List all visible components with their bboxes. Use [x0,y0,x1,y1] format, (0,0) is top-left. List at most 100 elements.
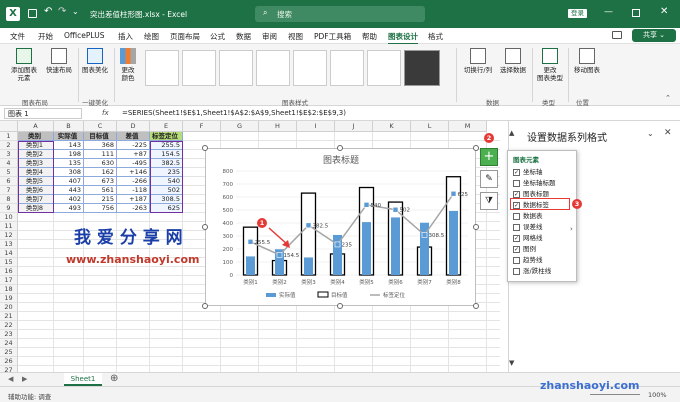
menu-data[interactable]: 数据 [236,31,251,42]
row-header-3[interactable]: 3 [0,150,18,159]
row-header-8[interactable]: 8 [0,195,18,204]
row-header-1[interactable]: 1 [0,132,18,141]
zoom-slider[interactable] [590,394,640,395]
close-button[interactable]: ✕ [660,6,668,17]
pane-scroll-up-icon[interactable]: ▲ [509,129,514,137]
row-header-22[interactable]: 22 [0,321,18,330]
menu-help[interactable]: 帮助 [362,31,377,42]
table-cell[interactable]: 111 [84,150,117,159]
row-header-4[interactable]: 4 [0,159,18,168]
column-header-M[interactable]: M [449,121,487,132]
prev-sheet-icon[interactable]: ◀ [8,375,13,383]
chart-style-1[interactable] [145,50,179,86]
column-header-G[interactable]: G [221,121,259,132]
menu-formulas[interactable]: 公式 [210,31,225,42]
handle-tc[interactable] [337,145,343,151]
column-header-J[interactable]: J [335,121,373,132]
checkbox-icon[interactable] [513,212,520,220]
row-header-17[interactable]: 17 [0,276,18,285]
table-cell[interactable]: 756 [84,204,117,213]
row-header-14[interactable]: 14 [0,249,18,258]
select-data-button[interactable]: 选择数据 [498,48,528,74]
handle-bc[interactable] [337,303,343,309]
table-cell[interactable]: 135 [54,159,84,168]
table-cell[interactable]: -495 [117,159,150,168]
row-header-12[interactable]: 12 [0,231,18,240]
change-colors-button[interactable]: 更改 颜色 [116,48,140,82]
chart-filters-button[interactable]: ⧩ [480,192,498,210]
table-cell[interactable]: +146 [117,168,150,177]
handle-tr[interactable] [473,145,479,151]
column-header-H[interactable]: H [259,121,297,132]
table-cell[interactable]: 198 [54,150,84,159]
chart-element-option[interactable]: 坐标轴标题 [513,177,556,187]
row-header-9[interactable]: 9 [0,204,18,213]
menu-officeplus[interactable]: OfficePLUS [64,31,104,40]
quick-layout-button[interactable]: 快速布局 [44,48,74,74]
row-header-23[interactable]: 23 [0,330,18,339]
table-header-cell[interactable]: 差值 [117,132,150,141]
chart-element-option[interactable]: 涨/跌柱线 [513,265,551,275]
table-cell[interactable]: 402 [54,195,84,204]
menu-page-layout[interactable]: 页面布局 [170,31,200,42]
table-cell[interactable]: -263 [117,204,150,213]
table-header-cell[interactable]: 类别 [18,132,54,141]
chart-beautify-button[interactable]: 图表美化 [80,48,110,74]
table-cell[interactable]: 561 [84,186,117,195]
row-header-26[interactable]: 26 [0,357,18,366]
chart-style-8[interactable] [404,50,440,86]
formula-input[interactable]: =SERIES(Sheet1!$E$1,Sheet1!$A$2:$A$9,She… [122,109,346,117]
chart-style-4[interactable] [256,50,290,86]
table-cell[interactable]: 493 [54,204,84,213]
row-header-5[interactable]: 5 [0,168,18,177]
chart-style-5[interactable] [293,50,327,86]
checkbox-icon[interactable] [513,223,520,231]
column-header-B[interactable]: B [54,121,84,132]
chart-style-7[interactable] [367,50,401,86]
chart-element-option[interactable]: 数据表 [513,210,543,220]
menu-pdf-toolbox[interactable]: PDF工具箱 [314,31,351,42]
table-cell[interactable]: -266 [117,177,150,186]
table-cell[interactable]: 368 [84,141,117,150]
pane-scroll-down-icon[interactable]: ▼ [509,359,514,367]
row-header-13[interactable]: 13 [0,240,18,249]
add-chart-element-button[interactable]: 添加图表 元素 [8,48,40,82]
switch-row-column-button[interactable]: 切换行/列 [460,48,496,74]
checkbox-icon[interactable]: ✓ [513,190,520,198]
table-header-cell[interactable]: 实际值 [54,132,84,141]
handle-bl[interactable] [202,303,208,309]
row-header-25[interactable]: 25 [0,348,18,357]
chart-svg[interactable]: 图表标题 0 100 200 300 400 500 600 700 800 类别1 类别2 类别3 类别… [206,149,477,307]
handle-br[interactable] [473,303,479,309]
chart-element-option[interactable]: 误差线 [513,221,543,231]
table-cell[interactable]: +87 [117,150,150,159]
worksheet-grid[interactable]: ABCDEFGHIJKLM 1 2 3 4 5 6 7 8 9 10 11 12 13 14 15 16 17 1… [0,121,500,372]
submenu-arrow-icon[interactable]: › [570,225,573,233]
table-header-cell[interactable]: 目标值 [84,132,117,141]
login-button[interactable]: 登录 [568,9,587,18]
row-header-2[interactable]: 2 [0,141,18,150]
table-cell[interactable]: 443 [54,186,84,195]
column-header-C[interactable]: C [84,121,117,132]
chart-style-3[interactable] [219,50,253,86]
chart-elements-button[interactable]: + [480,148,498,166]
chart-element-option[interactable]: ✓ 坐标轴 [513,166,543,176]
save-icon[interactable] [28,9,37,18]
row-header-6[interactable]: 6 [0,177,18,186]
customize-toolbar-icon[interactable]: ⌄ [72,7,79,16]
checkbox-icon[interactable] [513,267,520,275]
change-chart-type-button[interactable]: 更改 图表类型 [536,48,564,82]
menu-insert[interactable]: 插入 [118,31,133,42]
menu-file[interactable]: 文件 [10,31,25,42]
name-box[interactable]: 图表 1 [4,108,82,119]
menu-chart-design[interactable]: 图表设计 [388,31,418,45]
checkbox-icon[interactable]: ✓ [513,234,520,242]
menu-format[interactable]: 格式 [428,31,443,42]
minimize-button[interactable]: — [604,7,613,17]
chart-element-option[interactable]: 趋势线 [513,254,543,264]
table-cell[interactable]: 143 [54,141,84,150]
maximize-button[interactable] [632,9,640,17]
handle-mr[interactable] [473,224,479,230]
handle-ml[interactable] [202,224,208,230]
collapse-ribbon-icon[interactable]: ⌃ [665,94,671,102]
